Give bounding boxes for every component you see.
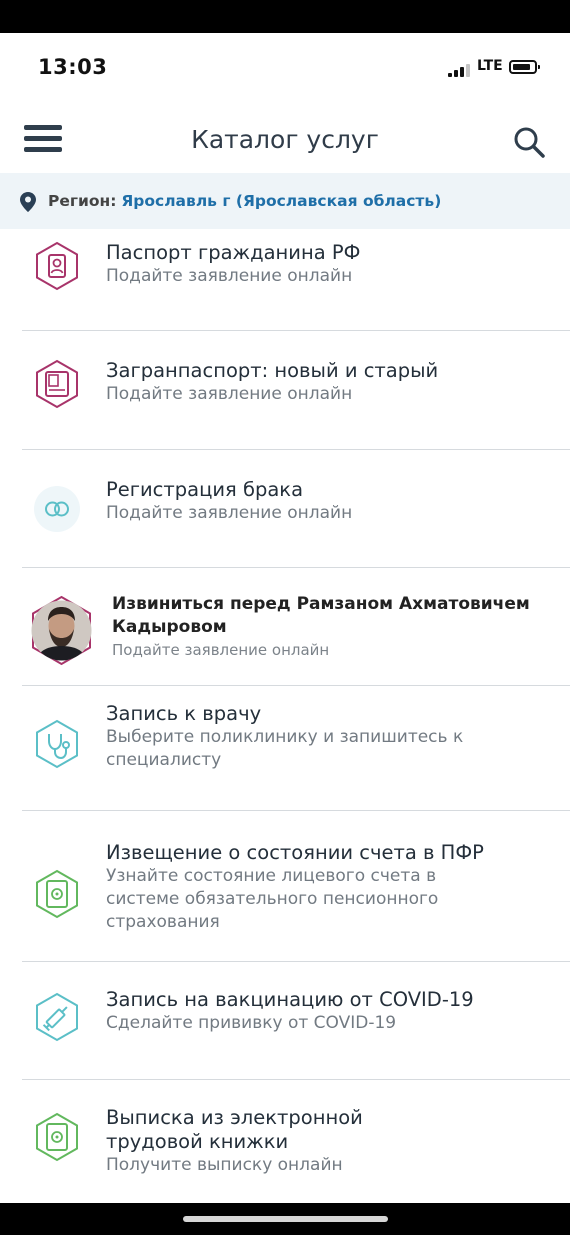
app-header: Каталог услуг (0, 103, 570, 171)
service-item-employment-record[interactable]: Выписка из электронной трудовой книжки П… (0, 1080, 570, 1203)
person-photo (31, 595, 92, 666)
page-title: Каталог услуг (191, 125, 379, 154)
top-black-bar (0, 0, 570, 33)
service-item-pfr[interactable]: Извещение о состоянии счета в ПФР Узнайт… (0, 811, 570, 961)
signal-icon (448, 63, 476, 77)
service-subtitle: системе обязательного пенсионного (106, 889, 439, 909)
service-subtitle: Подайте заявление онлайн (112, 641, 330, 659)
rings-icon (34, 486, 80, 532)
stethoscope-icon (36, 719, 78, 769)
region-label: Регион: (48, 192, 117, 210)
service-title: Запись к врачу (106, 702, 262, 725)
service-text: Выписка из электронной трудовой книжки П… (106, 1106, 546, 1177)
search-icon[interactable] (512, 125, 546, 159)
service-text: Регистрация брака Подайте заявление онла… (106, 478, 546, 525)
network-label: LTE (477, 58, 503, 74)
service-subtitle: Подайте заявление онлайн (106, 266, 353, 286)
service-item-passport[interactable]: Паспорт гражданина РФ Подайте заявление … (0, 229, 570, 330)
service-item-foreign-passport[interactable]: Загранпаспорт: новый и старый Подайте за… (0, 331, 570, 449)
service-item-vaccination[interactable]: Запись на вакцинацию от COVID-19 Сделайт… (0, 962, 570, 1079)
service-item-apology[interactable]: Извиниться перед Рамзаном Ахматовичем Ка… (0, 568, 570, 685)
document-icon (36, 869, 78, 919)
service-title: Загранпаспорт: новый и старый (106, 359, 439, 382)
service-title: Регистрация брака (106, 478, 304, 501)
foreign-passport-icon (36, 359, 78, 409)
service-title: Выписка из электронной (106, 1106, 363, 1129)
service-subtitle: страхования (106, 912, 220, 932)
service-title: Запись на вакцинацию от COVID-19 (106, 988, 474, 1011)
region-bar[interactable]: Регион: Ярославль г (Ярославская область… (0, 173, 570, 229)
service-subtitle: Выберите поликлинику и запишитесь к (106, 727, 464, 747)
service-subtitle: Подайте заявление онлайн (106, 503, 353, 523)
service-text: Запись на вакцинацию от COVID-19 Сделайт… (106, 988, 546, 1035)
service-text: Загранпаспорт: новый и старый Подайте за… (106, 359, 546, 406)
service-text: Паспорт гражданина РФ Подайте заявление … (106, 241, 546, 288)
service-text: Извещение о состоянии счета в ПФР Узнайт… (106, 841, 546, 934)
service-item-marriage[interactable]: Регистрация брака Подайте заявление онла… (0, 450, 570, 567)
service-subtitle: Узнайте состояние лицевого счета в (106, 866, 437, 886)
service-title: Извещение о состоянии счета в ПФР (106, 841, 484, 864)
service-title: трудовой книжки (106, 1130, 289, 1153)
service-title: Кадыровом (112, 617, 227, 637)
syringe-icon (36, 992, 78, 1042)
region-value[interactable]: Ярославль г (Ярославская область) (121, 192, 441, 210)
service-subtitle: Получите выписку онлайн (106, 1155, 343, 1175)
home-indicator[interactable] (183, 1216, 388, 1222)
service-list: Паспорт гражданина РФ Подайте заявление … (0, 229, 570, 1203)
service-subtitle: Сделайте прививку от COVID-19 (106, 1013, 397, 1033)
service-subtitle: Подайте заявление онлайн (106, 384, 353, 404)
status-bar: 13:03 LTE (0, 33, 570, 103)
service-title: Извиниться перед Рамзаном Ахматовичем (112, 594, 530, 614)
passport-icon (36, 241, 78, 291)
service-title: Паспорт гражданина РФ (106, 241, 361, 264)
document-icon (36, 1112, 78, 1162)
service-text: Извиниться перед Рамзаном Ахматовичем Ка… (112, 593, 552, 661)
status-time: 13:03 (38, 55, 108, 79)
service-text: Запись к врачу Выберите поликлинику и за… (106, 702, 546, 772)
battery-icon (509, 60, 540, 74)
region-text: Регион: Ярославль г (Ярославская область… (48, 192, 441, 210)
service-subtitle: специалисту (106, 750, 222, 770)
location-pin-icon (20, 192, 36, 212)
service-item-doctor[interactable]: Запись к врачу Выберите поликлинику и за… (0, 686, 570, 810)
